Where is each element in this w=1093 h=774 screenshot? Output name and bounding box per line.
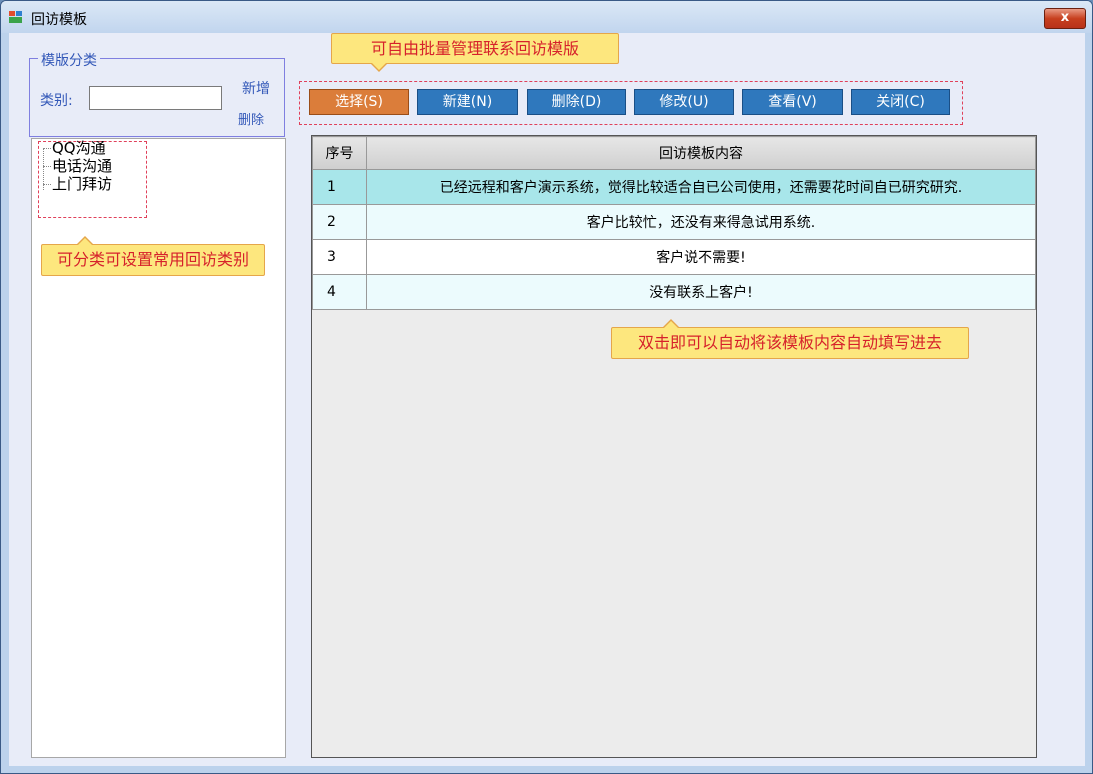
callout-batch-manage: 可自由批量管理联系回访模版 bbox=[331, 33, 619, 72]
category-tree[interactable]: QQ沟通 电话沟通 上门拜访 bbox=[31, 138, 286, 758]
table-header-row: 序号 回访模板内容 bbox=[312, 136, 1036, 170]
table-row[interactable]: 2 客户比较忙，还没有来得急试用系统. bbox=[312, 204, 1036, 240]
tree-highlight bbox=[38, 141, 147, 218]
close-icon: x bbox=[1060, 10, 1070, 25]
callout-text: 双击即可以自动将该模板内容自动填写进去 bbox=[637, 333, 942, 352]
category-groupbox: 模版分类 类别: 新增 删除 bbox=[29, 50, 285, 137]
delete-button[interactable]: 删除(D) bbox=[527, 89, 626, 115]
column-header-content[interactable]: 回访模板内容 bbox=[366, 136, 1036, 170]
add-category-link[interactable]: 新增 bbox=[242, 78, 270, 98]
row-content: 客户说不需要! bbox=[366, 239, 1036, 275]
title-bar: 回访模板 x bbox=[1, 1, 1092, 33]
category-label: 类别: bbox=[40, 93, 73, 109]
column-header-index[interactable]: 序号 bbox=[312, 136, 367, 170]
row-index: 1 bbox=[312, 169, 367, 205]
view-button[interactable]: 查看(V) bbox=[742, 89, 843, 115]
edit-button[interactable]: 修改(U) bbox=[634, 89, 734, 115]
client-area: 模版分类 类别: 新增 删除 QQ沟通 电话沟通 上门拜访 选择(S) 新建(N… bbox=[9, 33, 1085, 766]
callout-pointer bbox=[370, 62, 388, 72]
row-content: 已经远程和客户演示系统，觉得比较适合自已公司使用，还需要花时间自已研究研究. bbox=[366, 169, 1036, 205]
app-window: 回访模板 x 模版分类 类别: 新增 删除 QQ沟通 电话沟通 上门拜访 选择(… bbox=[0, 0, 1093, 774]
callout-pointer bbox=[76, 236, 94, 246]
table-row[interactable]: 1 已经远程和客户演示系统，觉得比较适合自已公司使用，还需要花时间自已研究研究. bbox=[312, 169, 1036, 205]
app-icon bbox=[9, 11, 23, 24]
callout-text: 可分类可设置常用回访类别 bbox=[56, 250, 249, 269]
category-input[interactable] bbox=[89, 86, 222, 110]
row-content: 没有联系上客户! bbox=[366, 274, 1036, 310]
select-button[interactable]: 选择(S) bbox=[309, 89, 409, 115]
table-row[interactable]: 3 客户说不需要! bbox=[312, 239, 1036, 275]
row-content: 客户比较忙，还没有来得急试用系统. bbox=[366, 204, 1036, 240]
callout-pointer bbox=[662, 319, 680, 329]
table-row[interactable]: 4 没有联系上客户! bbox=[312, 274, 1036, 310]
groupbox-legend: 模版分类 bbox=[38, 50, 100, 70]
close-window-button[interactable]: 关闭(C) bbox=[851, 89, 950, 115]
row-index: 4 bbox=[312, 274, 367, 310]
new-button[interactable]: 新建(N) bbox=[417, 89, 518, 115]
template-grid[interactable]: 序号 回访模板内容 1 已经远程和客户演示系统，觉得比较适合自已公司使用，还需要… bbox=[311, 135, 1037, 758]
row-index: 3 bbox=[312, 239, 367, 275]
callout-double-click: 双击即可以自动将该模板内容自动填写进去 bbox=[611, 319, 969, 359]
delete-category-link[interactable]: 删除 bbox=[238, 109, 264, 128]
template-table: 序号 回访模板内容 1 已经远程和客户演示系统，觉得比较适合自已公司使用，还需要… bbox=[312, 136, 1036, 310]
window-title: 回访模板 bbox=[31, 12, 87, 28]
row-index: 2 bbox=[312, 204, 367, 240]
close-button[interactable]: x bbox=[1044, 8, 1086, 29]
callout-text: 可自由批量管理联系回访模版 bbox=[370, 39, 579, 58]
callout-categories: 可分类可设置常用回访类别 bbox=[41, 236, 265, 276]
